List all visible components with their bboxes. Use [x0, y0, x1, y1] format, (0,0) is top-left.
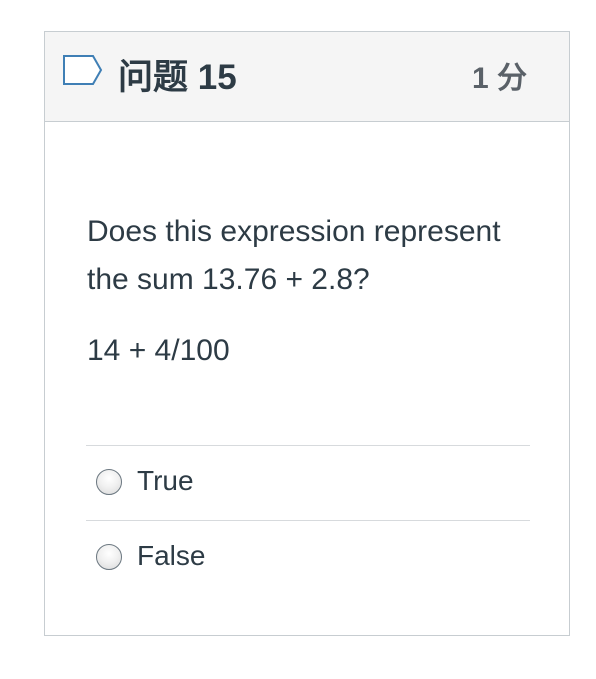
flag-icon[interactable]: [62, 54, 104, 86]
answer-label-false: False: [137, 540, 206, 571]
radio-button-false[interactable]: [96, 544, 122, 570]
question-title: 问题 15: [118, 58, 237, 97]
question-expression: 14 + 4/100: [87, 334, 230, 367]
answer-label-true: True: [137, 465, 194, 496]
question-prompt: Does this expression represent the sum 1…: [87, 215, 501, 296]
answer-option-false[interactable]: False: [86, 520, 530, 595]
answer-option-true[interactable]: True: [86, 445, 530, 520]
answer-list: True False: [86, 445, 530, 595]
radio-button-true[interactable]: [96, 469, 122, 495]
question-card: 问题 15 1 分 Does this expression represent…: [44, 31, 570, 636]
question-header: 问题 15 1 分: [45, 32, 569, 122]
question-points: 1 分: [471, 62, 527, 95]
